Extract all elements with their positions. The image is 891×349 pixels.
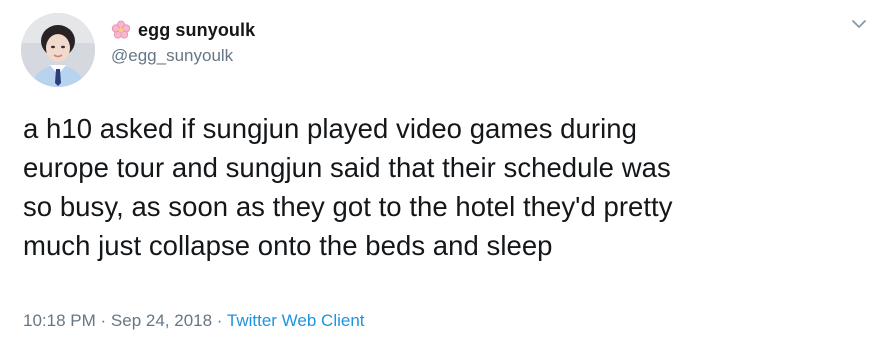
tweet-text-line: so busy, as soon as they got to the hote… <box>23 191 673 222</box>
user-handle[interactable]: @egg_sunyoulk <box>111 46 233 66</box>
tweet-text-line: a h10 asked if sungjun played video game… <box>23 113 637 144</box>
tweet-metadata: 10:18 PM · Sep 24, 2018 · Twitter Web Cl… <box>23 311 365 331</box>
cherry-blossom-icon <box>111 20 131 40</box>
user-name-row[interactable]: egg sunyoulk <box>111 18 255 42</box>
tweet-card: egg sunyoulk @egg_sunyoulk a h10 asked i… <box>0 0 891 349</box>
tweet-time[interactable]: 10:18 PM <box>23 311 96 330</box>
avatar[interactable] <box>21 13 95 87</box>
separator: · <box>100 311 107 330</box>
tweet-text-line: europe tour and sungjun said that their … <box>23 152 671 183</box>
tweet-text-line: much just collapse onto the beds and sle… <box>23 230 553 261</box>
tweet-text: a h10 asked if sungjun played video game… <box>23 109 873 265</box>
avatar-image <box>21 13 95 87</box>
tweet-source-link[interactable]: Twitter Web Client <box>227 311 365 330</box>
tweet-date[interactable]: Sep 24, 2018 <box>111 311 212 330</box>
display-name[interactable]: egg sunyoulk <box>138 20 255 41</box>
chevron-down-icon[interactable] <box>849 14 869 34</box>
separator: · <box>216 311 223 330</box>
